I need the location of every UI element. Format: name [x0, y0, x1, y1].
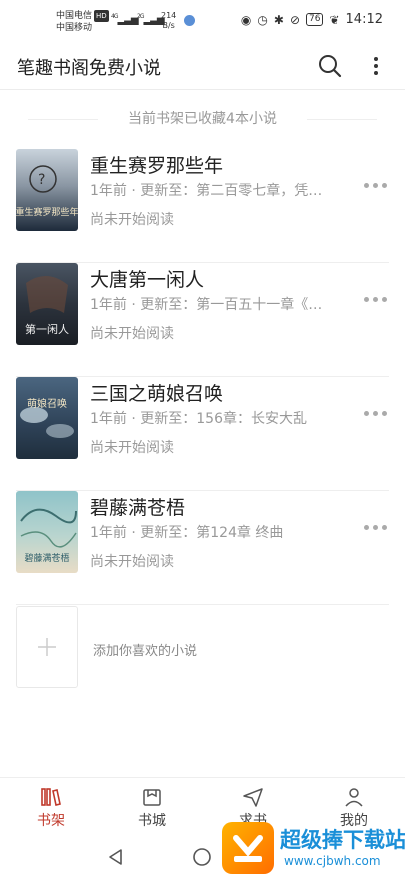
bookstore-icon — [143, 789, 161, 806]
book-more-button[interactable] — [362, 291, 390, 307]
book-list-item[interactable]: 萌娘召唤 三国之萌娘召唤 1年前 · 更新至：156章：长安大乱 尚未开始阅读 — [0, 377, 405, 491]
book-title: 大唐第一闲人 — [90, 269, 205, 291]
book-more-button[interactable] — [362, 177, 390, 193]
book-list-item[interactable]: 碧藤满苍梧 碧藤满苍梧 1年前 · 更新至：第124章 终曲 尚未开始阅读 — [0, 491, 405, 605]
home-icon[interactable] — [192, 847, 212, 867]
search-icon — [319, 55, 342, 78]
book-list-item[interactable]: ? 重生赛罗那些年 重生赛罗那些年 1年前 · 更新至：第二百零七章，凭… 尚未… — [0, 149, 405, 263]
book-title: 三国之萌娘召唤 — [90, 383, 224, 405]
svg-text:重生赛罗那些年: 重生赛罗那些年 — [16, 206, 78, 218]
watermark-text: 超级捧下载站 — [280, 828, 405, 852]
book-more-button[interactable] — [362, 519, 390, 535]
svg-text:碧藤满苍梧: 碧藤满苍梧 — [24, 552, 69, 564]
status-icons: ◉ ◷ ✱ ⊘ 76 ❦ 14:12 — [241, 12, 383, 27]
app-title: 笔趣书阁免费小说 — [17, 58, 161, 79]
battery-icon: 76 — [306, 13, 324, 26]
send-icon — [243, 788, 263, 807]
carrier1-label: 中国电信 — [56, 11, 93, 21]
app-notification-icon — [184, 15, 195, 26]
svg-text:萌娘召唤: 萌娘召唤 — [27, 397, 67, 410]
eye-icon: ◉ — [240, 12, 252, 27]
book-cover: 碧藤满苍梧 — [16, 491, 78, 573]
nav-bookstore[interactable]: 书城 — [122, 786, 182, 836]
network-speed: 214 B/s — [161, 11, 177, 30]
profile-icon — [345, 788, 363, 807]
divider — [16, 604, 389, 605]
watermark-logo — [222, 822, 274, 874]
book-update-info: 1年前 · 更新至：第二百零七章，凭… — [90, 183, 323, 199]
book-cover: 萌娘召唤 — [16, 377, 78, 459]
book-read-progress: 尚未开始阅读 — [90, 554, 174, 570]
book-read-progress: 尚未开始阅读 — [90, 326, 174, 342]
bookshelf-icon — [41, 788, 61, 806]
svg-text:第一闲人: 第一闲人 — [25, 322, 69, 336]
carrier-info: 中国电信 HD 中国移动 — [56, 10, 109, 34]
mute-icon: ⊘ — [289, 12, 301, 27]
svg-text:?: ? — [38, 172, 45, 188]
leaf-icon: ❦ — [329, 12, 340, 27]
watermark: 超级捧下载站 www.cjbwh.com — [222, 820, 405, 878]
add-book-label[interactable]: 添加你喜欢的小说 — [93, 640, 197, 659]
search-button[interactable] — [316, 52, 344, 80]
book-cover: ? 重生赛罗那些年 — [16, 149, 78, 231]
more-vertical-icon — [374, 57, 378, 75]
signal-strength-icon: 4G▂▃▅ — [111, 13, 139, 26]
signal-strength-icon: 2G▂▃▅ — [137, 13, 165, 26]
app-header: 笔趣书阁免费小说 — [0, 44, 405, 90]
book-more-button[interactable] — [362, 405, 390, 421]
plus-icon — [38, 638, 56, 656]
book-update-info: 1年前 · 更新至：156章：长安大乱 — [90, 411, 307, 427]
book-list-item[interactable]: 第一闲人 大唐第一闲人 1年前 · 更新至：第一百五十一章《… 尚未开始阅读 — [0, 263, 405, 377]
shelf-count-info: 当前书架已收藏4本小说 — [0, 108, 405, 130]
watermark-url: www.cjbwh.com — [284, 854, 381, 868]
hd-badge: HD — [94, 10, 109, 22]
bluetooth-icon: ✱ — [273, 12, 284, 27]
add-book-button[interactable] — [16, 606, 78, 688]
carrier2-label: 中国移动 — [56, 23, 93, 33]
alarm-icon: ◷ — [257, 12, 268, 27]
clock: 14:12 — [345, 12, 383, 27]
book-update-info: 1年前 · 更新至：第124章 终曲 — [90, 525, 284, 541]
status-bar: 中国电信 HD 中国移动 4G▂▃▅ 2G▂▃▅ 214 B/s ◉ ◷ ✱ ⊘ … — [0, 0, 405, 44]
back-icon[interactable] — [106, 847, 126, 867]
book-title: 碧藤满苍梧 — [90, 497, 186, 519]
book-read-progress: 尚未开始阅读 — [90, 440, 174, 456]
nav-bookshelf[interactable]: 书架 — [21, 786, 81, 836]
book-update-info: 1年前 · 更新至：第一百五十一章《… — [90, 297, 323, 313]
book-read-progress: 尚未开始阅读 — [90, 212, 174, 228]
more-menu-button[interactable] — [364, 52, 388, 80]
book-title: 重生赛罗那些年 — [90, 155, 224, 177]
book-cover: 第一闲人 — [16, 263, 78, 345]
